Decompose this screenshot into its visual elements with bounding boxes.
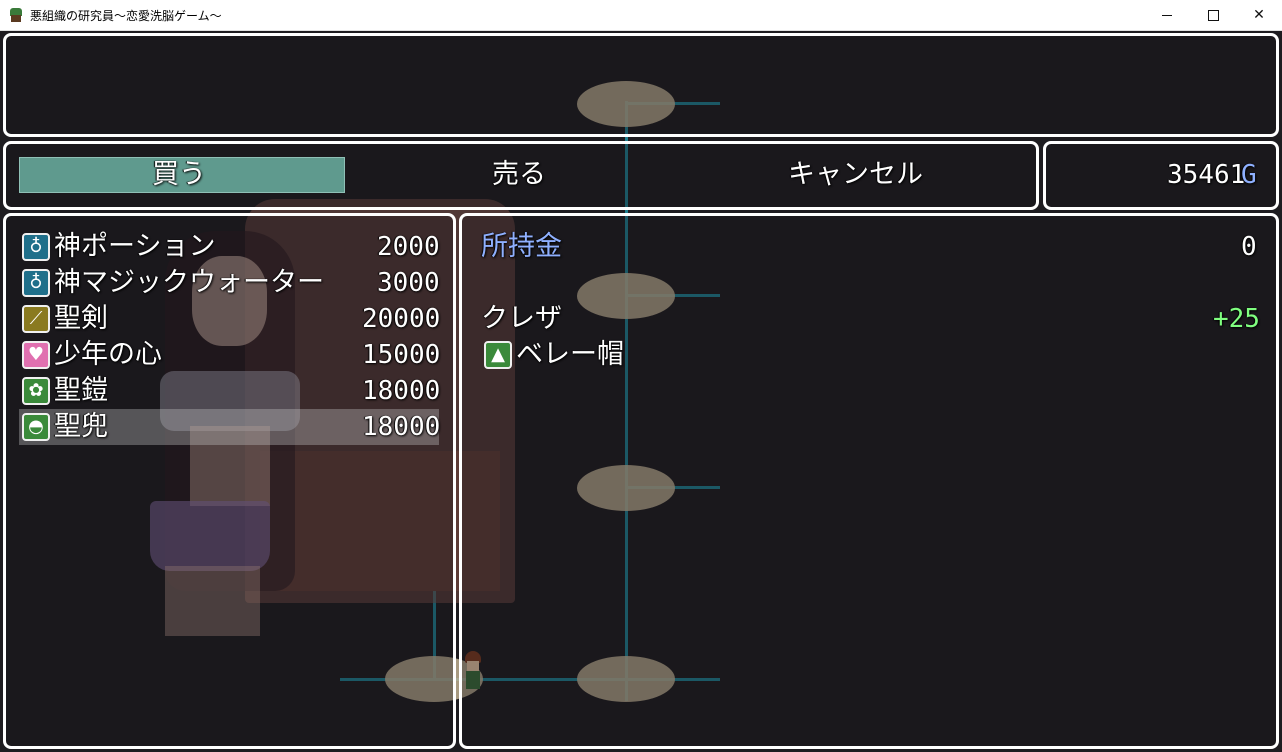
sword-icon: ⟋ bbox=[22, 305, 50, 333]
helmet-icon: ◓ bbox=[22, 413, 50, 441]
armor-icon: ✿ bbox=[22, 377, 50, 405]
close-button[interactable]: ✕ bbox=[1236, 0, 1282, 30]
item-name[interactable]: 少年の心 bbox=[54, 337, 162, 373]
minimize-button[interactable] bbox=[1144, 0, 1190, 30]
gold-amount: 35461 bbox=[1167, 160, 1246, 190]
sell-command[interactable]: 売る bbox=[492, 157, 546, 193]
buy-command[interactable]: 買う bbox=[152, 157, 206, 193]
minimize-icon bbox=[1162, 14, 1172, 16]
equipped-item: ベレー帽 bbox=[516, 339, 624, 370]
potion-icon: ♁ bbox=[22, 233, 50, 261]
item-price: 3000 bbox=[377, 268, 440, 298]
help-window bbox=[3, 33, 1279, 137]
cancel-command[interactable]: キャンセル bbox=[788, 157, 923, 193]
item-price: 18000 bbox=[362, 412, 441, 442]
potion-icon: ♁ bbox=[22, 269, 50, 297]
param-change: +25 bbox=[1213, 304, 1260, 334]
item-name[interactable]: 聖鎧 bbox=[54, 373, 108, 409]
item-price: 2000 bbox=[377, 232, 440, 262]
item-price: 15000 bbox=[362, 340, 441, 370]
item-price: 20000 bbox=[362, 304, 441, 334]
item-name[interactable]: 神マジックウォーター bbox=[54, 265, 324, 301]
gold-unit: G bbox=[1241, 160, 1257, 190]
shop-status-window bbox=[459, 213, 1279, 749]
item-name[interactable]: 神ポーション bbox=[54, 229, 215, 265]
game-screen: 買う 売る キャンセル 35461 G ♁ 神ポーション 2000 ♁ 神マジッ… bbox=[0, 31, 1282, 752]
maximize-icon bbox=[1207, 9, 1219, 21]
heart-icon: ♥ bbox=[22, 341, 50, 369]
item-name[interactable]: 聖兜 bbox=[54, 409, 108, 445]
possession-label: 所持金 bbox=[481, 231, 562, 262]
window-titlebar: 悪組織の研究員～恋愛洗脳ゲーム～ ✕ bbox=[0, 0, 1282, 31]
close-icon: ✕ bbox=[1253, 7, 1265, 23]
possession-value: 0 bbox=[1241, 232, 1257, 262]
item-name[interactable]: 聖剣 bbox=[54, 301, 108, 337]
app-icon bbox=[8, 7, 24, 23]
window-title: 悪組織の研究員～恋愛洗脳ゲーム～ bbox=[30, 8, 222, 23]
hat-icon: ▲ bbox=[484, 341, 512, 369]
actor-name: クレザ bbox=[481, 303, 562, 334]
item-price: 18000 bbox=[362, 376, 441, 406]
maximize-button[interactable] bbox=[1190, 0, 1236, 30]
